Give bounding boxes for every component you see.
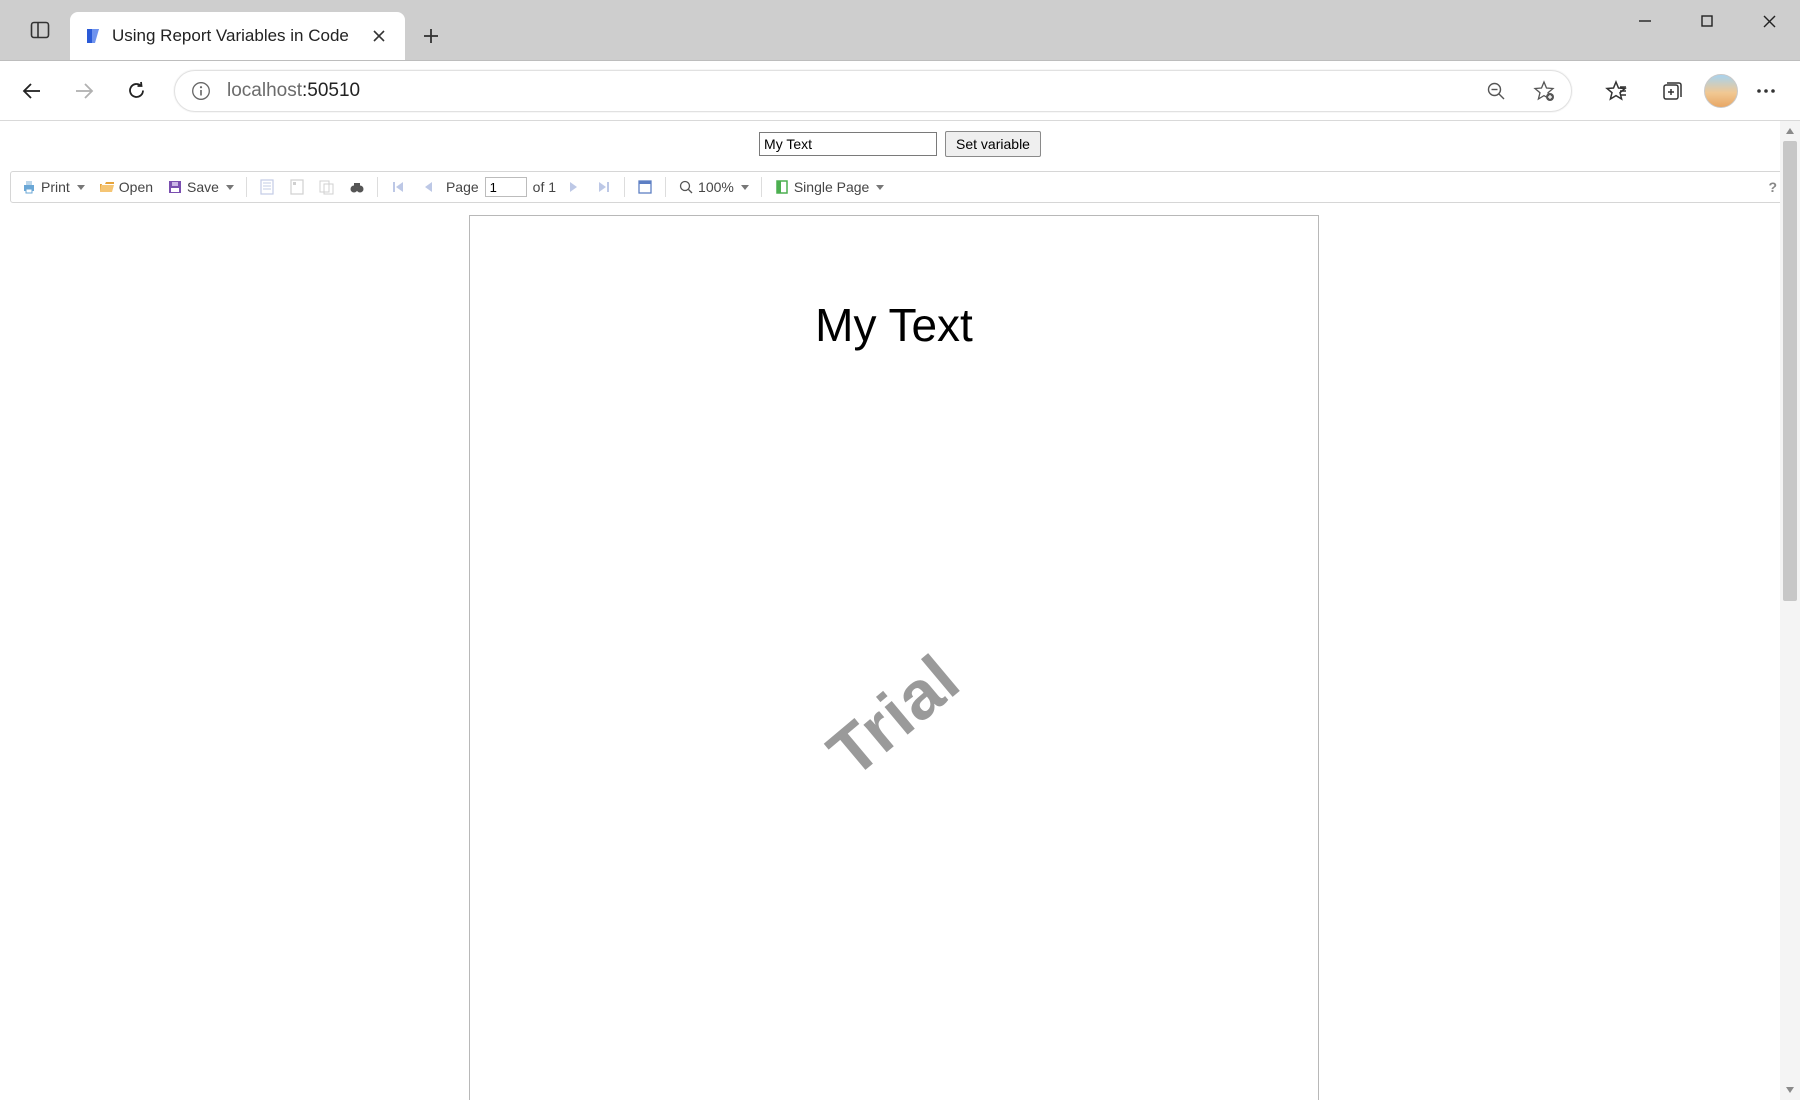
url-text: localhost:50510 bbox=[227, 80, 360, 102]
tab-close-button[interactable] bbox=[365, 22, 393, 50]
browser-titlebar: Using Report Variables in Code bbox=[0, 0, 1800, 61]
site-favicon bbox=[84, 27, 102, 45]
site-info-icon[interactable] bbox=[189, 79, 213, 103]
scrollbar-thumb[interactable] bbox=[1783, 141, 1797, 601]
resources-icon bbox=[319, 179, 335, 195]
zoom-label: 100% bbox=[698, 179, 734, 195]
zoom-icon bbox=[678, 179, 694, 195]
parameters-panel-button[interactable] bbox=[285, 175, 309, 199]
variable-input[interactable] bbox=[759, 132, 937, 156]
open-label: Open bbox=[119, 179, 153, 195]
dropdown-caret-icon bbox=[77, 185, 85, 190]
page-label: Page bbox=[446, 179, 479, 195]
favorite-add-icon[interactable] bbox=[1527, 74, 1561, 108]
set-variable-button[interactable]: Set variable bbox=[945, 131, 1041, 157]
zoom-button[interactable]: 100% bbox=[674, 175, 753, 199]
chevron-right-icon bbox=[566, 179, 582, 195]
fullscreen-icon bbox=[637, 179, 653, 195]
nav-refresh-button[interactable] bbox=[112, 67, 160, 115]
print-icon bbox=[21, 179, 37, 195]
prev-page-button[interactable] bbox=[416, 175, 440, 199]
tab-actions-button[interactable] bbox=[18, 8, 62, 52]
page-total-label: of 1 bbox=[533, 179, 556, 195]
scrollbar-track[interactable] bbox=[1780, 141, 1800, 1080]
first-page-icon bbox=[390, 179, 406, 195]
tab-strip: Using Report Variables in Code bbox=[0, 0, 451, 60]
favorites-button[interactable] bbox=[1592, 67, 1640, 115]
single-page-icon bbox=[774, 179, 790, 195]
window-maximize-button[interactable] bbox=[1676, 0, 1738, 43]
collections-button[interactable] bbox=[1648, 67, 1696, 115]
chevron-left-icon bbox=[420, 179, 436, 195]
new-tab-button[interactable] bbox=[411, 16, 451, 56]
window-close-button[interactable] bbox=[1738, 0, 1800, 43]
tab-title: Using Report Variables in Code bbox=[112, 26, 349, 46]
report-page: My Text Trial bbox=[469, 215, 1319, 1100]
url-port: :50510 bbox=[302, 80, 360, 101]
settings-menu-button[interactable] bbox=[1746, 71, 1786, 111]
page-content: Set variable Print Open Save bbox=[0, 121, 1800, 1100]
bookmarks-icon bbox=[259, 179, 275, 195]
dropdown-caret-icon bbox=[226, 185, 234, 190]
view-mode-label: Single Page bbox=[794, 179, 870, 195]
save-icon bbox=[167, 179, 183, 195]
trial-watermark: Trial bbox=[813, 640, 974, 793]
zoom-reset-icon[interactable] bbox=[1479, 74, 1513, 108]
save-button[interactable]: Save bbox=[163, 175, 238, 199]
dropdown-caret-icon bbox=[741, 185, 749, 190]
dropdown-caret-icon bbox=[876, 185, 884, 190]
report-heading: My Text bbox=[470, 216, 1318, 352]
url-host: localhost bbox=[227, 80, 302, 101]
address-bar[interactable]: localhost:50510 bbox=[174, 70, 1572, 112]
binoculars-icon bbox=[349, 179, 365, 195]
vertical-scrollbar[interactable] bbox=[1780, 121, 1800, 1100]
print-label: Print bbox=[41, 179, 70, 195]
find-button[interactable] bbox=[345, 175, 369, 199]
next-page-button[interactable] bbox=[562, 175, 586, 199]
nav-forward-button[interactable] bbox=[60, 67, 108, 115]
folder-open-icon bbox=[99, 179, 115, 195]
bookmarks-panel-button[interactable] bbox=[255, 175, 279, 199]
window-controls bbox=[1614, 0, 1800, 60]
scroll-up-icon[interactable] bbox=[1780, 121, 1800, 141]
print-button[interactable]: Print bbox=[17, 175, 89, 199]
document-viewport: My Text Trial bbox=[10, 207, 1778, 1100]
scroll-down-icon[interactable] bbox=[1780, 1080, 1800, 1100]
first-page-button[interactable] bbox=[386, 175, 410, 199]
variable-form: Set variable bbox=[0, 127, 1800, 161]
last-page-icon bbox=[596, 179, 612, 195]
resources-panel-button[interactable] bbox=[315, 175, 339, 199]
save-label: Save bbox=[187, 179, 219, 195]
last-page-button[interactable] bbox=[592, 175, 616, 199]
view-mode-button[interactable]: Single Page bbox=[770, 175, 889, 199]
report-viewer-toolbar: Print Open Save Page of 1 bbox=[10, 171, 1790, 203]
browser-toolbar: localhost:50510 bbox=[0, 61, 1800, 121]
page-number-input[interactable] bbox=[485, 177, 527, 197]
browser-tab[interactable]: Using Report Variables in Code bbox=[70, 12, 405, 60]
full-screen-button[interactable] bbox=[633, 175, 657, 199]
nav-back-button[interactable] bbox=[8, 67, 56, 115]
toolbar-right-icons bbox=[1592, 67, 1786, 115]
parameters-icon bbox=[289, 179, 305, 195]
open-button[interactable]: Open bbox=[95, 175, 157, 199]
profile-avatar[interactable] bbox=[1704, 74, 1738, 108]
window-minimize-button[interactable] bbox=[1614, 0, 1676, 43]
